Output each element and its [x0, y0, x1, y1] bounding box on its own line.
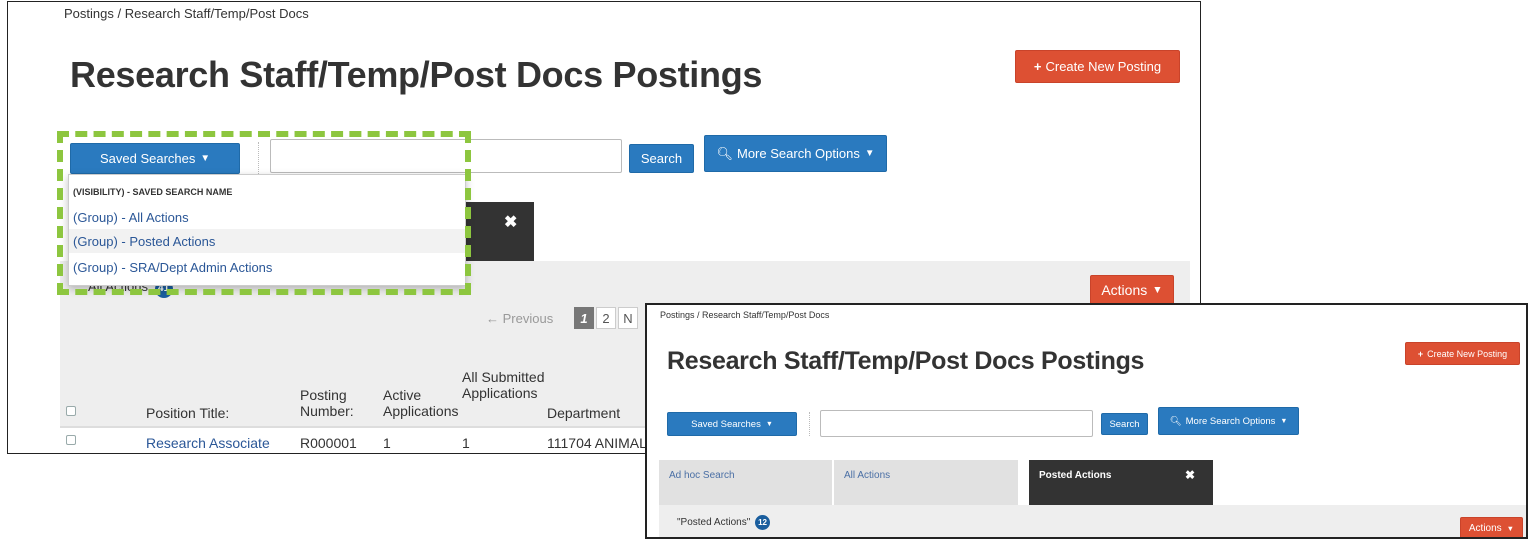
select-all-checkbox[interactable] — [66, 406, 76, 416]
highlight-annotation — [57, 131, 471, 295]
close-icon[interactable]: ✖ — [504, 212, 517, 232]
actions-button[interactable]: Actions ▼ — [1460, 517, 1523, 537]
create-new-posting-label: Create New Posting — [1045, 59, 1162, 74]
search-button[interactable]: Search — [629, 144, 694, 173]
chevron-down-icon: ▼ — [1506, 523, 1515, 533]
actions-label: Actions — [1101, 282, 1148, 298]
tab-ad-hoc-search[interactable]: Ad hoc Search — [659, 460, 834, 505]
more-search-options-label: More Search Options — [737, 146, 860, 161]
column-header-department[interactable]: Department — [547, 405, 620, 421]
inset-screenshot-panel: Postings / Research Staff/Temp/Post Docs… — [645, 303, 1528, 539]
close-icon[interactable]: ✖ — [1185, 468, 1195, 482]
pagination-previous[interactable]: ← Previous — [486, 307, 574, 329]
page-title: Research Staff/Temp/Post Docs Postings — [70, 54, 763, 95]
more-search-options-button[interactable]: 🔍︎ More Search Options ▼ — [1158, 407, 1299, 435]
create-new-posting-button[interactable]: + Create New Posting — [1015, 50, 1180, 83]
saved-searches-button[interactable]: Saved Searches ▼ — [667, 412, 797, 436]
results-area — [659, 505, 1526, 537]
search-input[interactable] — [820, 410, 1093, 437]
tab-all-actions[interactable]: All Actions — [834, 460, 1020, 505]
department-cell: 111704 ANIMAL — [547, 435, 647, 451]
pagination-page-current[interactable]: 1 — [574, 307, 594, 329]
page-title: Research Staff/Temp/Post Docs Postings — [667, 347, 1145, 375]
breadcrumb[interactable]: Postings / Research Staff/Temp/Post Docs — [660, 310, 829, 320]
create-new-posting-label: Create New Posting — [1427, 348, 1508, 359]
toolbar-divider — [809, 412, 810, 436]
column-header-position-title[interactable]: Position Title: — [146, 405, 229, 421]
row-checkbox[interactable] — [66, 435, 76, 445]
active-applications-cell: 1 — [383, 435, 391, 451]
create-new-posting-button[interactable]: + Create New Posting — [1405, 342, 1520, 365]
chevron-down-icon: ▼ — [1152, 284, 1163, 296]
column-header-active-applications[interactable]: Active Applications — [383, 387, 461, 419]
column-header-posting-number[interactable]: Posting Number: — [300, 387, 360, 419]
more-search-options-button[interactable]: 🔍︎ More Search Options ▼ — [704, 135, 887, 172]
chevron-down-icon: ▼ — [765, 420, 773, 428]
search-button[interactable]: Search — [1101, 413, 1148, 435]
breadcrumb[interactable]: Postings / Research Staff/Temp/Post Docs — [64, 6, 309, 21]
actions-button[interactable]: Actions ▼ — [1090, 275, 1174, 305]
chevron-down-icon: ▼ — [1280, 417, 1288, 425]
results-count-badge: 12 — [755, 515, 771, 530]
posting-number-cell: R000001 — [300, 435, 357, 451]
plus-icon: + — [1033, 59, 1042, 74]
submitted-applications-cell: 1 — [462, 435, 470, 451]
position-title-link[interactable]: Research Associate — [146, 435, 270, 451]
pagination-next[interactable]: N — [618, 307, 638, 329]
tab-posted-actions-label: Posted Actions — [1039, 470, 1112, 481]
search-icon: 🔍︎ — [1169, 415, 1182, 427]
more-search-options-label: More Search Options — [1185, 415, 1276, 427]
actions-label: Actions — [1468, 522, 1502, 534]
pagination-page[interactable]: 2 — [596, 307, 616, 329]
results-heading: "Posted Actions" 12 — [677, 515, 771, 530]
results-label: "Posted Actions" — [677, 517, 751, 528]
chevron-down-icon: ▼ — [864, 148, 875, 159]
tab-posted-actions[interactable]: Posted Actions ✖ — [1029, 460, 1213, 505]
plus-icon: + — [1417, 348, 1424, 359]
saved-searches-label: Saved Searches — [691, 418, 761, 430]
search-icon: 🔍︎ — [716, 145, 733, 161]
column-header-all-submitted-applications[interactable]: All Submitted Applications — [462, 369, 546, 401]
